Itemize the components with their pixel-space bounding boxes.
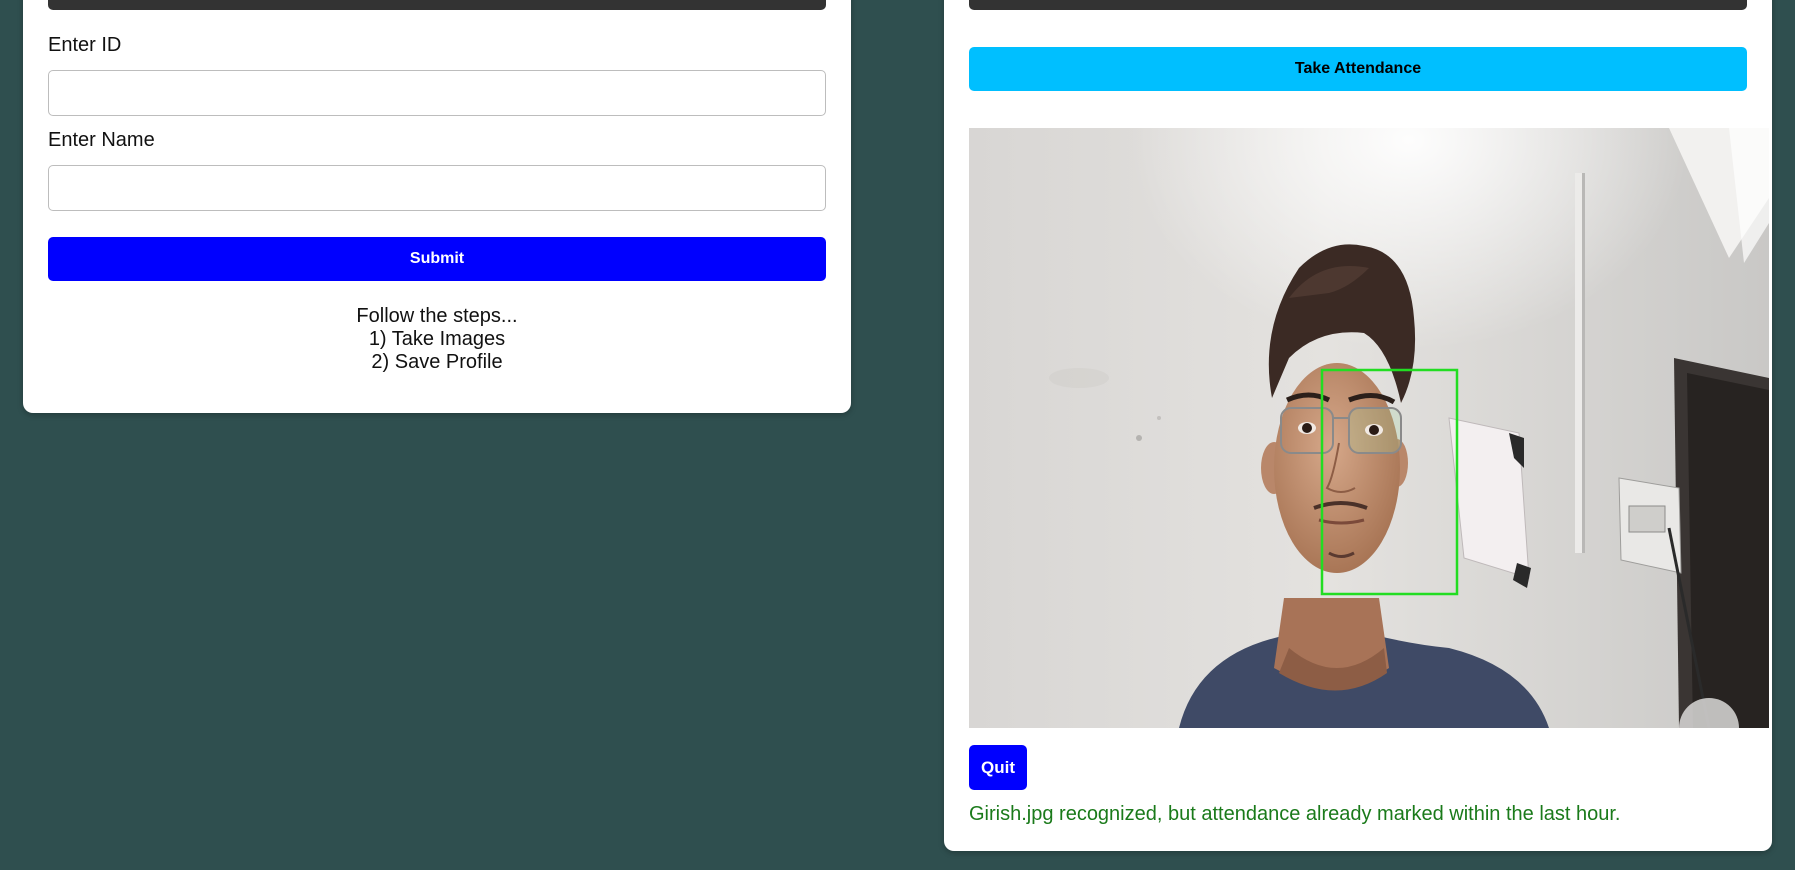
- step-take-images: 1) Take Images: [368, 328, 506, 350]
- camera-feed: [969, 128, 1769, 728]
- name-label: Enter Name: [48, 129, 155, 151]
- name-input[interactable]: [48, 165, 826, 211]
- id-input[interactable]: [48, 70, 826, 116]
- right-top-bar[interactable]: [969, 0, 1747, 10]
- quit-button[interactable]: Quit: [969, 745, 1027, 790]
- step-save-profile: 2) Save Profile: [371, 351, 503, 373]
- steps-heading: Follow the steps...: [356, 305, 518, 327]
- take-attendance-button[interactable]: Take Attendance: [969, 47, 1747, 91]
- left-top-bar[interactable]: [48, 0, 826, 10]
- id-label: Enter ID: [48, 34, 122, 56]
- camera-feed-image: [969, 128, 1769, 728]
- attendance-card: Take Attendance Quit Girish.jpg recogniz…: [944, 0, 1772, 851]
- status-message: Girish.jpg recognized, but attendance al…: [969, 803, 1621, 825]
- submit-button[interactable]: Submit: [48, 237, 826, 281]
- steps-instructions: Follow the steps... 1) Take Images 2) Sa…: [48, 305, 826, 374]
- registration-card: Enter ID Enter Name Submit Follow the st…: [23, 0, 851, 413]
